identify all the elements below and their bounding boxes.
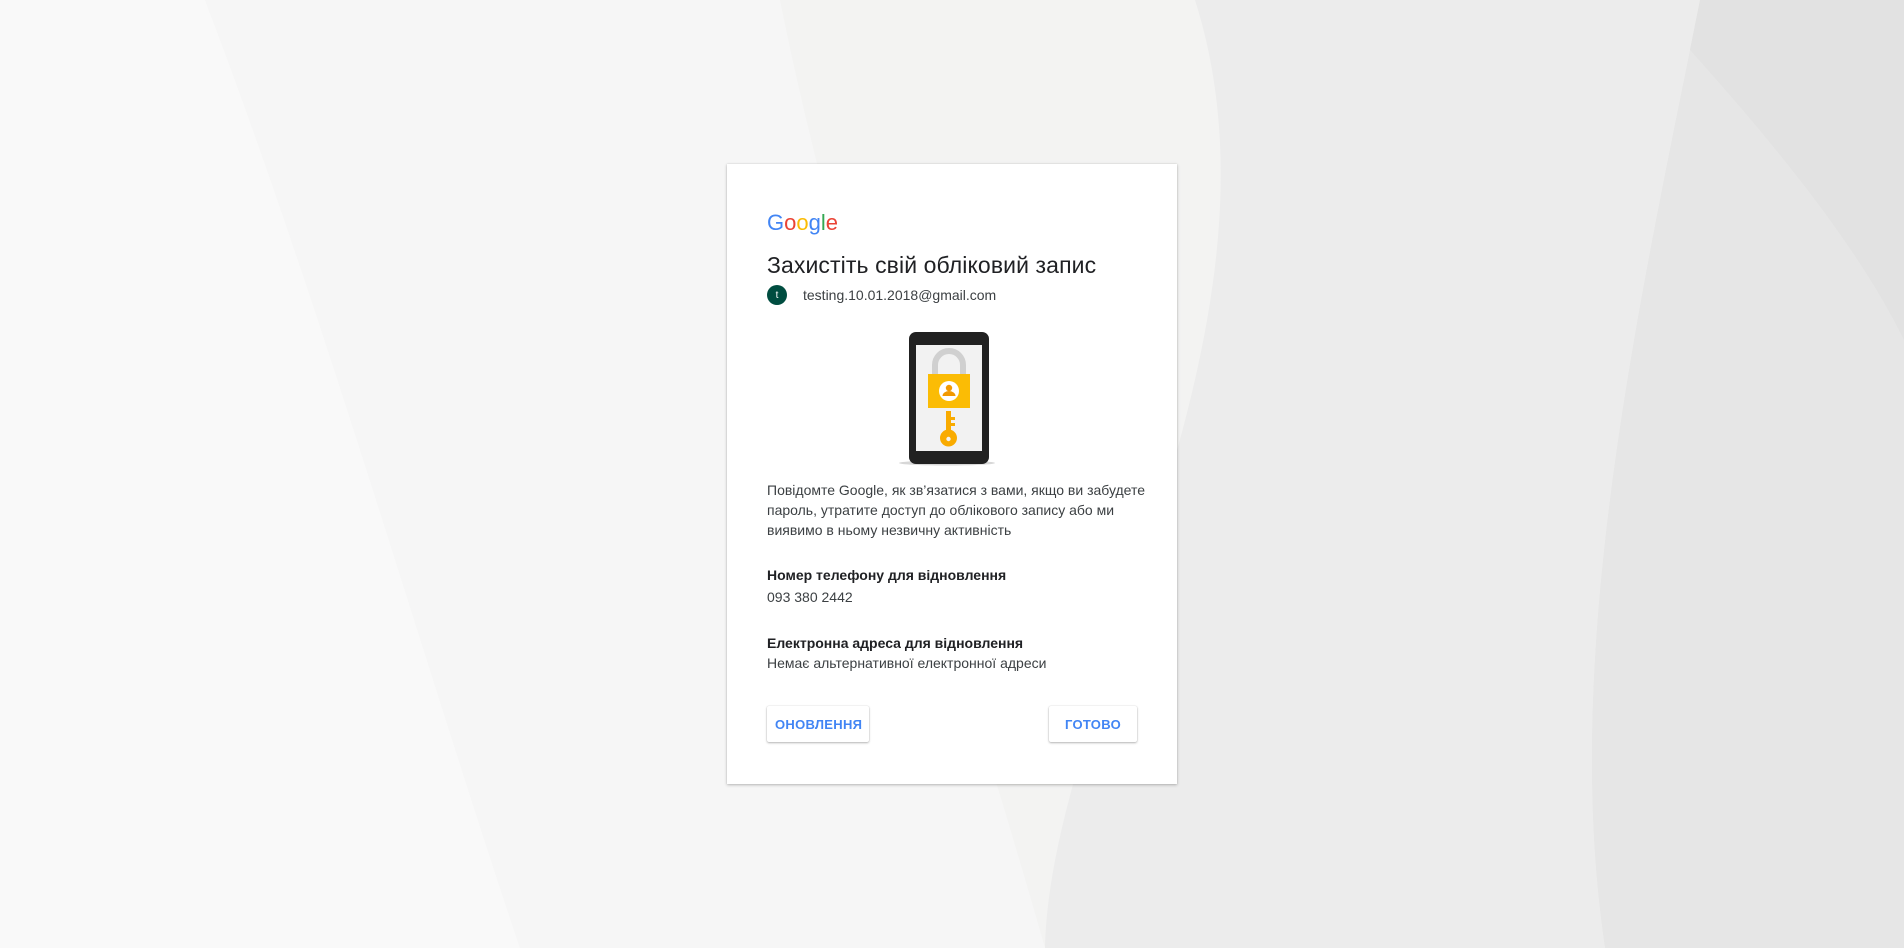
google-logo-wordmark: Google	[767, 210, 838, 235]
google-logo-svg: Google	[767, 210, 838, 235]
google-logo: Google	[767, 210, 841, 236]
google-logo-letter: g	[809, 210, 821, 235]
phone-lock-key-icon	[897, 332, 997, 466]
avatar-letter: t	[775, 289, 779, 301]
google-logo-letter: o	[784, 210, 796, 235]
security-card: Google Захистіть свій обліковий запис t …	[727, 164, 1177, 784]
account-chip: t testing.10.01.2018@gmail.com	[767, 284, 996, 306]
update-button[interactable]: ОНОВЛЕННЯ	[767, 706, 869, 742]
page-title: Захистіть свій обліковий запис	[767, 252, 1097, 278]
google-logo-letter: e	[826, 210, 838, 235]
description-text: Повідомте Google, як зв’язатися з вами, …	[767, 482, 1146, 538]
recovery-phone-value: 093 380 2442	[767, 589, 853, 605]
recovery-email-label: Електронна адреса для відновлення	[767, 635, 1024, 651]
recovery-email-value: Немає альтернативної електронної адреси	[767, 655, 1047, 671]
phone-lock-illustration	[899, 332, 995, 466]
avatar: t	[767, 285, 787, 305]
google-logo-letter: G	[767, 210, 784, 235]
done-button[interactable]: ГОТОВО	[1049, 706, 1137, 742]
google-logo-letter: o	[796, 210, 808, 235]
recovery-phone-label: Номер телефону для відновлення	[767, 567, 1007, 583]
account-email: testing.10.01.2018@gmail.com	[803, 287, 997, 303]
